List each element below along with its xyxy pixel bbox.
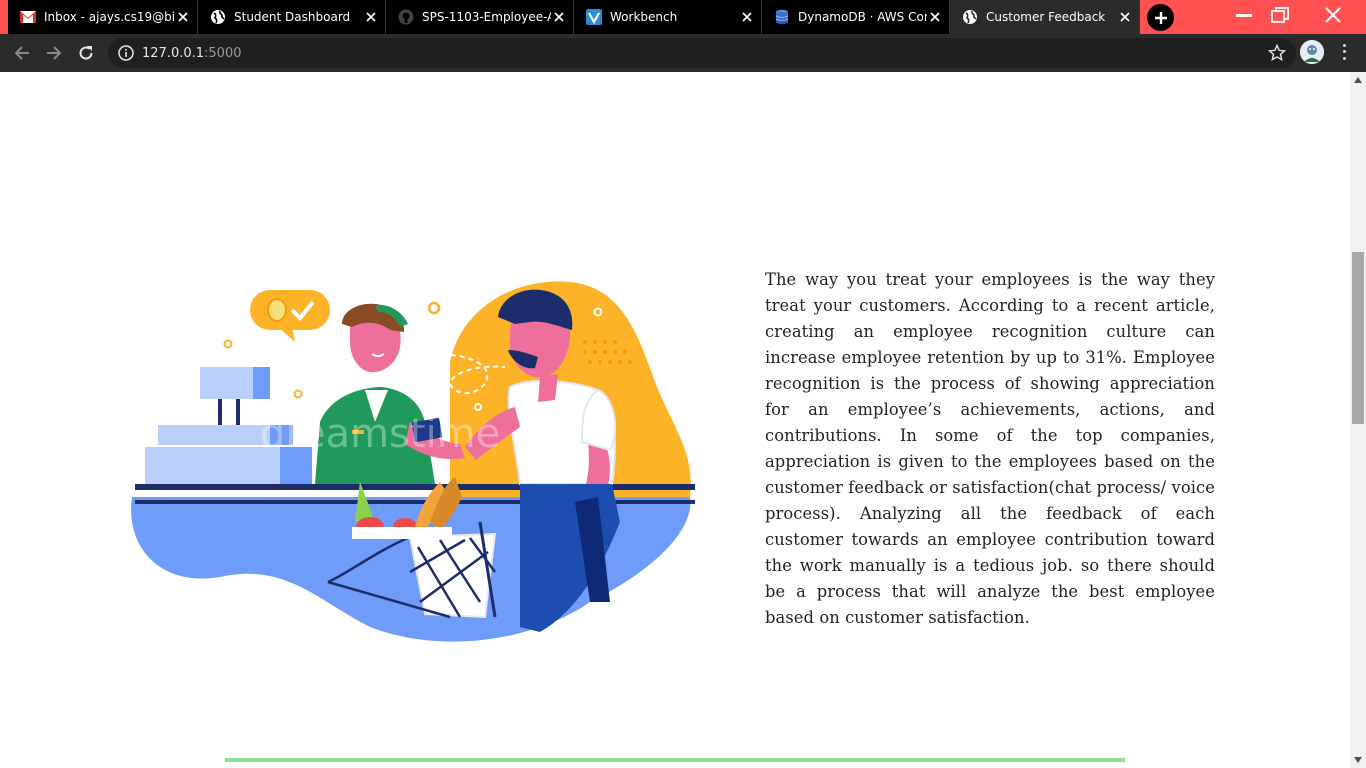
globe-icon [962, 9, 978, 25]
restore-button[interactable] [1258, 0, 1302, 30]
dot [1342, 50, 1346, 54]
gmail-icon [20, 9, 36, 25]
dot [1342, 43, 1346, 47]
reload-icon [79, 46, 93, 60]
arrow-left-icon [14, 46, 29, 60]
workbench-icon [586, 9, 602, 25]
arrow-right-icon [47, 46, 62, 60]
cashier-illustration: dreamstime [120, 272, 710, 652]
url-text: 127.0.0.1:5000 [142, 46, 242, 61]
close-icon[interactable] [175, 9, 191, 25]
url-port: :5000 [204, 45, 242, 61]
tab-github-repo[interactable]: SPS-1103-Employee-Ap [386, 0, 574, 34]
reload-button[interactable] [72, 39, 100, 67]
watermark-text: dreamstime [260, 411, 500, 457]
close-icon [1325, 7, 1341, 23]
globe-icon [210, 9, 226, 25]
dynamodb-icon [774, 9, 790, 25]
close-icon[interactable] [739, 9, 755, 25]
tab-title: Customer Feedback [986, 10, 1106, 24]
forward-button[interactable] [40, 39, 68, 67]
restore-icon [1271, 7, 1289, 23]
scroll-down-button[interactable] [1350, 752, 1366, 768]
close-icon[interactable] [363, 9, 379, 25]
dot [1342, 57, 1346, 61]
tab-inbox[interactable]: Inbox - ajays.cs19@bits [8, 0, 198, 34]
scroll-up-button[interactable] [1350, 72, 1366, 88]
tab-title: Student Dashboard [234, 10, 351, 24]
close-icon[interactable] [1117, 9, 1133, 25]
browser-titlebar: Inbox - ajays.cs19@bits Student Dashboar… [0, 0, 1366, 34]
info-icon[interactable] [118, 45, 134, 61]
new-tab-button[interactable] [1147, 4, 1174, 31]
address-bar[interactable]: 127.0.0.1:5000 [108, 38, 1296, 68]
progress-bar [225, 758, 1125, 762]
tab-dynamodb[interactable]: DynamoDB · AWS Cons [762, 0, 950, 34]
browser-toolbar: 127.0.0.1:5000 [0, 34, 1366, 72]
url-host: 127.0.0.1 [142, 45, 205, 61]
avatar-icon [1300, 40, 1324, 64]
tab-title: Inbox - ajays.cs19@bits [44, 10, 175, 24]
tab-customer-feedback[interactable]: Customer Feedback [950, 0, 1140, 34]
back-button[interactable] [8, 39, 36, 67]
tab-title: Workbench [610, 10, 678, 24]
close-window-button[interactable] [1300, 0, 1366, 30]
page-content: dreamstime The way you treat your employ… [0, 72, 1350, 768]
tab-student-dashboard[interactable]: Student Dashboard [198, 0, 386, 34]
triangle-down-icon [1354, 757, 1362, 763]
close-icon[interactable] [551, 9, 567, 25]
tab-title: DynamoDB · AWS Cons [798, 10, 927, 24]
browser-menu-button[interactable] [1336, 42, 1352, 62]
minimize-icon [1236, 14, 1252, 17]
tab-workbench[interactable]: Workbench [574, 0, 762, 34]
scroll-thumb[interactable] [1352, 252, 1364, 424]
close-icon[interactable] [927, 9, 943, 25]
page-scrollbar[interactable] [1350, 72, 1366, 768]
profile-avatar[interactable] [1300, 40, 1324, 64]
plus-icon [1154, 11, 1167, 24]
intro-paragraph: The way you treat your employees is the … [765, 270, 1215, 627]
github-icon [398, 9, 414, 25]
triangle-up-icon [1354, 77, 1362, 83]
tab-title: SPS-1103-Employee-Ap [422, 10, 551, 24]
bookmark-star-icon[interactable] [1268, 44, 1286, 62]
progress-bar-fill [225, 758, 1125, 762]
